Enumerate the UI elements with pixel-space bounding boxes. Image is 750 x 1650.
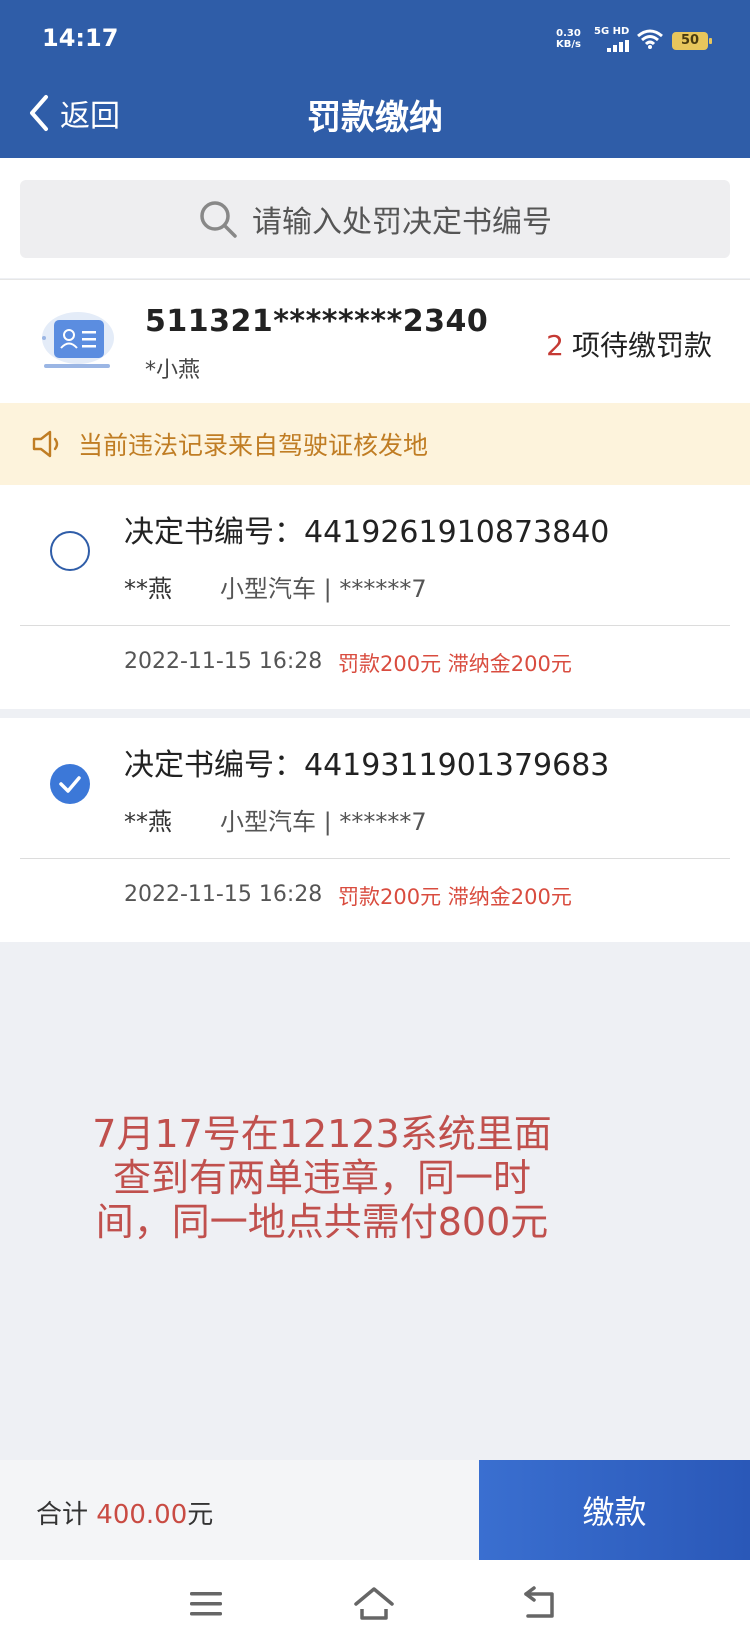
record-datetime: 2022-11-15 16:28 xyxy=(124,649,323,674)
id-card-icon xyxy=(42,312,114,368)
annotation-line: 间，同一地点共需付800元 xyxy=(95,1200,549,1244)
divider xyxy=(20,858,730,859)
payment-bar: 合计 400.00元 缴款 xyxy=(0,1460,750,1560)
record-vehicle: 小型汽车 | ******7 xyxy=(220,575,427,603)
record-fees: 罚款200元 滞纳金200元 xyxy=(338,885,572,909)
back-nav-icon[interactable] xyxy=(520,1584,564,1624)
annotation-text: 7月17号在12123系统里面 查到有两单违章，同一时 间，同一地点共需付800… xyxy=(42,1112,602,1244)
id-number: 511321********2340 xyxy=(145,304,489,339)
violation-record[interactable]: 决定书编号：4419261910873840 **燕 小型汽车 | ******… xyxy=(0,485,750,709)
network-type: 5G HD xyxy=(594,26,630,37)
notice-banner: 当前违法记录来自驾驶证核发地 xyxy=(0,403,750,485)
record-owner: **燕 xyxy=(124,808,172,836)
driver-summary: 511321********2340 *小燕 2 项待缴罚款 xyxy=(0,279,750,403)
speed-unit: KB/s xyxy=(556,39,581,50)
record-datetime: 2022-11-15 16:28 xyxy=(124,882,323,907)
record-owner: **燕 xyxy=(124,575,172,603)
record-select-radio[interactable] xyxy=(50,764,90,804)
total-amount: 合计 400.00元 xyxy=(36,1494,213,1531)
search-input[interactable]: 请输入处罚决定书编号 xyxy=(20,180,730,258)
notice-text: 当前违法记录来自驾驶证核发地 xyxy=(78,431,429,460)
annotation-line: 7月17号在12123系统里面 xyxy=(92,1112,552,1156)
signal-icon xyxy=(607,40,629,52)
speaker-icon xyxy=(32,430,59,458)
status-time: 14:17 xyxy=(42,24,119,52)
search-icon xyxy=(200,201,237,238)
record-vehicle: 小型汽车 | ******7 xyxy=(220,808,427,836)
wifi-icon xyxy=(637,29,663,49)
speed-value: 0.30 xyxy=(556,28,581,39)
status-bar: 14:17 0.30 KB/s 5G HD 50 xyxy=(0,0,750,80)
driver-name: *小燕 xyxy=(145,358,201,383)
annotation-line: 查到有两单违章，同一时 xyxy=(112,1156,531,1200)
total-value: 400.00 xyxy=(96,1500,188,1530)
violation-record[interactable]: 决定书编号：4419311901379683 **燕 小型汽车 | ******… xyxy=(0,718,750,942)
app-header: 14:17 0.30 KB/s 5G HD 50 返回 罚款缴纳 xyxy=(0,0,750,158)
pending-count: 2 xyxy=(546,329,564,362)
total-label: 合计 xyxy=(36,1500,89,1530)
system-nav-bar xyxy=(0,1560,750,1650)
check-icon xyxy=(59,776,81,793)
record-fees: 罚款200元 滞纳金200元 xyxy=(338,652,572,676)
home-icon[interactable] xyxy=(352,1584,396,1624)
page-title: 罚款缴纳 xyxy=(307,98,443,138)
record-select-radio[interactable] xyxy=(50,531,90,571)
pending-label: 项待缴罚款 xyxy=(571,329,712,362)
network-speed: 0.30 KB/s xyxy=(556,28,581,50)
pending-fines: 2 项待缴罚款 xyxy=(546,324,712,364)
decision-number: 决定书编号：4419311901379683 xyxy=(124,748,610,783)
divider xyxy=(20,625,730,626)
pay-button[interactable]: 缴款 xyxy=(479,1460,750,1560)
search-section: 请输入处罚决定书编号 xyxy=(0,158,750,278)
menu-icon[interactable] xyxy=(186,1584,230,1624)
decision-number: 决定书编号：4419261910873840 xyxy=(124,515,610,550)
battery-indicator: 50 xyxy=(672,32,712,50)
search-placeholder: 请输入处罚决定书编号 xyxy=(252,205,552,240)
total-unit: 元 xyxy=(187,1500,214,1530)
